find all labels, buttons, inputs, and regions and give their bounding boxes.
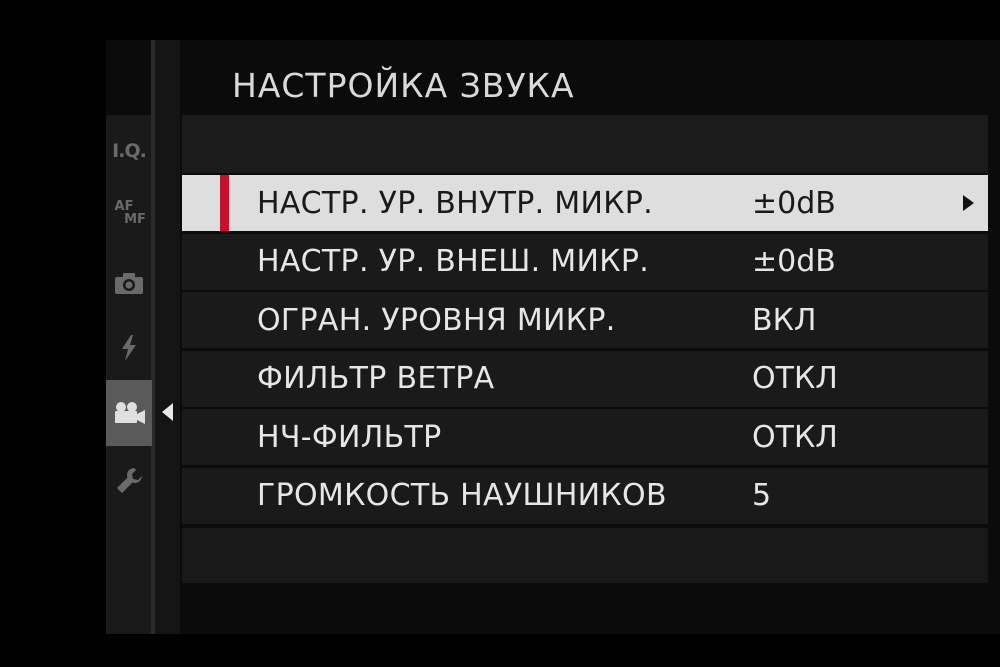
menu-item-label: НАСТР. УР. ВНЕШ. МИКР. <box>257 244 650 279</box>
menu-item-mic-limiter[interactable]: ОГРАН. УРОВНЯ МИКР. ВКЛ <box>182 292 988 348</box>
menu-item-headphone-volume[interactable]: ГРОМКОСТЬ НАУШНИКОВ 5 <box>182 467 988 524</box>
menu-item-value: ОТКЛ <box>752 361 838 396</box>
menu-item-value: ВКЛ <box>752 302 817 338</box>
tab-shooting[interactable] <box>106 260 152 306</box>
page-title: НАСТРОЙКА ЗВУКА <box>232 66 575 105</box>
menu-item-label: НАСТР. УР. ВНУТР. МИКР. <box>257 185 654 221</box>
selection-accent-bar <box>220 175 229 231</box>
tab-mf-label: MF <box>124 212 146 227</box>
title-spacer-band <box>182 115 988 173</box>
tab-strip-gutter <box>155 40 180 634</box>
flash-icon <box>122 335 136 361</box>
camera-icon <box>115 273 143 294</box>
menu-item-value: ±0dB <box>752 244 836 279</box>
tab-movie[interactable] <box>106 380 152 446</box>
tab-af-mf[interactable]: AF MF <box>106 190 152 236</box>
menu-item-label: ОГРАН. УРОВНЯ МИКР. <box>257 302 616 338</box>
movie-camera-icon <box>115 402 145 424</box>
menu-item-low-cut-filter[interactable]: НЧ-ФИЛЬТР ОТКЛ <box>182 409 988 465</box>
menu-item-label: ФИЛЬТР ВЕТРА <box>257 361 495 396</box>
menu-item-value: ОТКЛ <box>752 419 838 455</box>
empty-row-band <box>182 528 988 583</box>
tab-setup[interactable] <box>106 458 152 504</box>
menu-item-value: ±0dB <box>752 185 836 221</box>
tab-flash[interactable] <box>106 325 152 371</box>
menu-item-label: ГРОМКОСТЬ НАУШНИКОВ <box>257 478 667 513</box>
tab-iq-label: I.Q. <box>112 140 147 162</box>
menu-item-value: 5 <box>752 478 772 513</box>
menu-item-external-mic-level[interactable]: НАСТР. УР. ВНЕШ. МИКР. ±0dB <box>182 233 988 290</box>
wrench-icon <box>117 468 142 493</box>
menu-item-label: НЧ-ФИЛЬТР <box>257 419 442 455</box>
active-tab-pointer-icon <box>162 403 173 421</box>
sound-settings-list: НАСТР. УР. ВНУТР. МИКР. ±0dB НАСТР. УР. … <box>182 175 988 526</box>
camera-menu-screen: I.Q. AF MF НАСТРОЙКА ЗВУКА НАСТР. УР. ВН… <box>0 0 1000 667</box>
menu-item-internal-mic-level[interactable]: НАСТР. УР. ВНУТР. МИКР. ±0dB <box>182 175 988 231</box>
menu-item-wind-filter[interactable]: ФИЛЬТР ВЕТРА ОТКЛ <box>182 350 988 407</box>
tab-image-quality[interactable]: I.Q. <box>106 128 152 174</box>
chevron-right-icon <box>963 195 974 211</box>
